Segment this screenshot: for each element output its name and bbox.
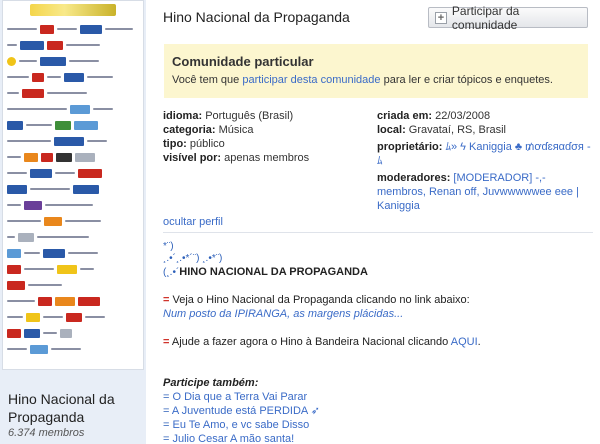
join-community-link[interactable]: participar desta comunidade <box>242 74 380 86</box>
related-community-link[interactable]: O Dia que a Terra Vai Parar <box>173 391 308 403</box>
page-title: Hino Nacional da Propaganda <box>163 9 350 25</box>
list-item: = A Juventude está PERDIDA ➶ <box>163 405 320 417</box>
related-community-link[interactable]: Eu Te Amo, e vc sabe Disso <box>173 419 310 431</box>
notice-text: Você tem que participar desta comunidade… <box>172 74 553 86</box>
profile-visibility: visível por: apenas membros <box>163 152 310 164</box>
profile-left-column: idioma: Português (Brasil) categoria: Mú… <box>163 109 363 165</box>
member-count[interactable]: 6.374 membros <box>8 427 84 439</box>
list-item: = Eu Te Amo, e vc sabe Disso <box>163 419 310 431</box>
decoration-line-2: ¸.•´¸.•*´¨) ¸.•*¨) <box>163 253 223 264</box>
also-title: Participe também: <box>163 377 259 389</box>
category-link[interactable]: Música <box>219 124 254 136</box>
plus-icon: + <box>435 11 447 24</box>
community-image[interactable] <box>2 0 144 370</box>
left-column: Hino Nacional da Propaganda 6.374 membro… <box>0 0 146 444</box>
community-description: *¨) ¸.•´¸.•*´¨) ¸.•*¨) (¸.•´HINO NACIONA… <box>163 241 593 444</box>
list-item: = Julio Cesar A mão santa! <box>163 433 295 444</box>
profile-owner: proprietário: ﾑ» ϟ Kaniggia ♣ ₥ơɗɛяαɗσя … <box>377 141 591 167</box>
decoration-line-1: *¨) <box>163 241 174 252</box>
paragraph-1: = Veja o Hino Nacional da Propaganda cli… <box>163 294 470 306</box>
notice-title: Comunidade particular <box>172 54 314 69</box>
divider <box>163 232 593 233</box>
profile-type: tipo: público <box>163 138 225 150</box>
paragraph-1-link-row: Num posto da IPIRANGA, as margens plácid… <box>163 307 593 321</box>
paragraph-2: = Ajude a fazer agora o Hino à Bandeira … <box>163 336 481 348</box>
related-communities-list: = O Dia que a Terra Vai Parar = A Juvent… <box>163 390 593 444</box>
profile-category: categoria: Música <box>163 124 254 136</box>
related-community-link[interactable]: Julio Cesar A mão santa! <box>173 433 295 444</box>
community-image-logo <box>3 1 143 21</box>
private-community-notice: Comunidade particular Você tem que parti… <box>164 44 588 98</box>
aqui-link[interactable]: AQUI <box>451 336 478 348</box>
join-community-label: Participar da comunidade <box>451 3 520 32</box>
hino-heading: (¸.•´HINO NACIONAL DA PROPAGANDA <box>163 266 368 278</box>
join-community-button[interactable]: + Participar da comunidade <box>428 4 588 32</box>
list-item: = O Dia que a Terra Vai Parar <box>163 391 308 403</box>
profile-location: local: Gravataí, RS, Brasil <box>377 124 506 136</box>
related-community-link[interactable]: A Juventude está PERDIDA ➶ <box>172 405 320 417</box>
profile-created: criada em: 22/03/2008 <box>377 110 491 122</box>
profile-moderators: moderadores: [MODERADOR] -,- membros, Re… <box>377 172 579 212</box>
profile-language: idioma: Português (Brasil) <box>163 110 294 122</box>
hide-profile-link[interactable]: ocultar perfil <box>163 216 223 228</box>
hino-link[interactable]: Num posto da IPIRANGA, as margens plácid… <box>163 308 403 320</box>
community-name[interactable]: Hino Nacional da Propaganda <box>8 390 142 426</box>
profile-right-column: criada em: 22/03/2008 local: Gravataí, R… <box>377 109 592 213</box>
